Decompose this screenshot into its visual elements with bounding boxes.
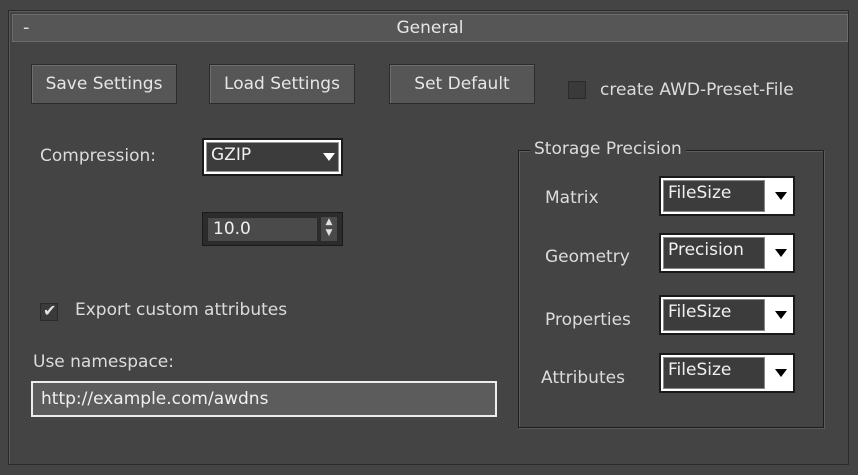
rollout-titlebar[interactable]: - General [12, 14, 848, 42]
properties-value: FileSize [668, 302, 732, 322]
chevron-down-icon [775, 249, 787, 257]
attributes-dropdown[interactable]: FileSize [659, 353, 795, 393]
chevron-down-icon [775, 369, 787, 377]
chevron-down-icon [775, 311, 787, 319]
chevron-down-icon [775, 192, 787, 200]
create-preset-label: create AWD-Preset-File [600, 80, 794, 100]
compression-level-field[interactable]: 10.0 [207, 217, 317, 241]
checkmark-icon: ✔ [43, 301, 57, 320]
spinner-up-icon[interactable]: ▲ [321, 217, 337, 228]
compression-value: GZIP [211, 145, 252, 165]
compression-label: Compression: [40, 146, 157, 166]
properties-dropdown[interactable]: FileSize [659, 295, 795, 335]
geometry-value: Precision [668, 240, 744, 260]
compression-level-spinner[interactable]: 10.0 ▲ ▼ [202, 212, 343, 246]
attributes-value: FileSize [668, 360, 732, 380]
matrix-label: Matrix [545, 188, 599, 208]
properties-label: Properties [545, 310, 631, 330]
rollout-title: General [396, 18, 464, 38]
export-attributes-label: Export custom attributes [75, 300, 288, 320]
namespace-input[interactable]: http://example.com/awdns [31, 381, 497, 417]
compression-dropdown[interactable]: GZIP [202, 138, 343, 176]
matrix-dropdown[interactable]: FileSize [659, 176, 795, 216]
matrix-value: FileSize [668, 183, 732, 203]
attributes-label: Attributes [541, 368, 625, 388]
geometry-dropdown[interactable]: Precision [659, 233, 795, 273]
create-preset-checkbox[interactable] [568, 81, 586, 99]
storage-precision-title: Storage Precision [530, 139, 686, 159]
export-attributes-checkbox[interactable]: ✔ [40, 301, 58, 321]
set-default-button[interactable]: Set Default [389, 64, 535, 104]
save-settings-button[interactable]: Save Settings [31, 64, 177, 104]
namespace-label: Use namespace: [33, 352, 174, 372]
load-settings-button[interactable]: Load Settings [209, 64, 355, 104]
chevron-down-icon [323, 153, 335, 161]
spinner-down-icon[interactable]: ▼ [321, 228, 337, 239]
spinner-arrows-icon[interactable]: ▲ ▼ [321, 217, 337, 241]
geometry-label: Geometry [545, 247, 630, 267]
